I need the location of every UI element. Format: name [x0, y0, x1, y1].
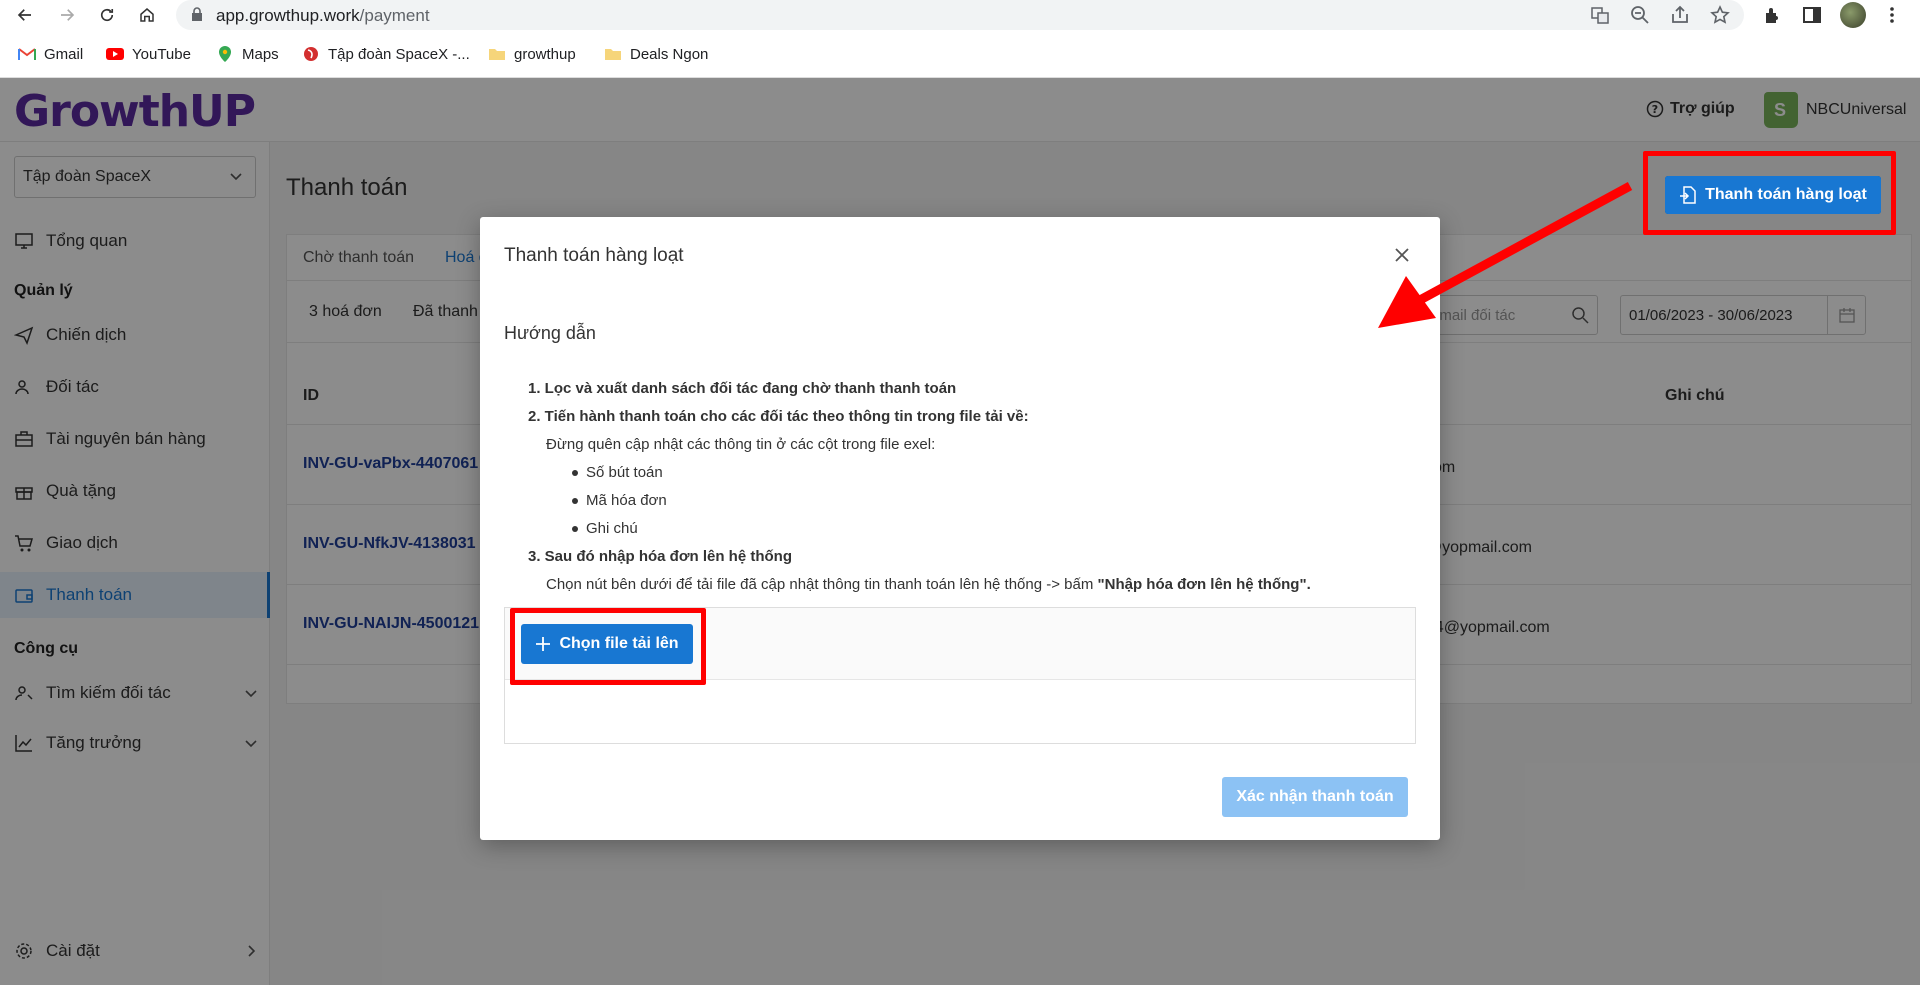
url-text: app.growthup.work/payment	[216, 6, 430, 25]
back-icon[interactable]	[12, 2, 38, 28]
bookmark-youtube[interactable]: YouTube	[106, 44, 191, 64]
folder-icon	[489, 49, 505, 60]
file-import-icon	[1680, 186, 1696, 204]
bookmark-label: Tập đoàn SpaceX -...	[328, 45, 470, 63]
bookmark-label: YouTube	[132, 45, 191, 63]
address-bar[interactable]: app.growthup.work/payment	[176, 0, 1744, 30]
menu-dots-icon[interactable]	[1882, 5, 1902, 25]
bookmark-label: Gmail	[44, 45, 84, 63]
bookmark-label: Maps	[242, 45, 279, 63]
translate-icon[interactable]	[1590, 5, 1610, 25]
bulk-payment-button-highlighted[interactable]: Thanh toán hàng loạt	[1665, 176, 1881, 214]
bullet-item: Mã hóa đơn	[528, 487, 1408, 515]
home-icon[interactable]	[134, 2, 160, 28]
share-icon[interactable]	[1670, 5, 1690, 25]
bookmarks-bar: Gmail YouTube Maps Tập đoàn SpaceX -... …	[0, 30, 1920, 78]
bookmark-deals[interactable]: Deals Ngon	[604, 44, 708, 64]
bookmark-label: Deals Ngon	[630, 45, 709, 63]
bookmark-label: growthup	[514, 45, 576, 63]
step-3: 3. Sau đó nhập hóa đơn lên hệ thống	[528, 548, 792, 565]
folder-icon	[605, 49, 621, 60]
modal-title: Thanh toán hàng loạt	[504, 245, 684, 266]
extensions-icon[interactable]	[1762, 5, 1782, 25]
side-panel-icon[interactable]	[1802, 5, 1822, 25]
bookmark-maps[interactable]: Maps	[216, 44, 279, 64]
bookmark-star-icon[interactable]	[1710, 5, 1730, 25]
step-2: 2. Tiến hành thanh toán cho các đối tác …	[528, 408, 1029, 425]
step-3-desc-bold: "Nhập hóa đơn lên hệ thống".	[1097, 576, 1311, 593]
bulk-payment-modal: Thanh toán hàng loạt Hướng dẫn 1. Lọc và…	[480, 217, 1440, 840]
step-3-desc: Chọn nút bên dưới để tải file đã cập nhậ…	[528, 571, 1408, 599]
confirm-payment-button[interactable]: Xác nhận thanh toán	[1222, 777, 1408, 817]
forward-icon[interactable]	[54, 2, 80, 28]
annotation-highlight-box	[510, 608, 706, 685]
bookmark-growthup[interactable]: growthup	[488, 44, 576, 64]
maps-pin-icon	[219, 46, 231, 62]
step-3-desc-text: Chọn nút bên dưới để tải file đã cập nhậ…	[546, 576, 1098, 593]
profile-avatar[interactable]	[1840, 2, 1866, 28]
step-2-desc: Đừng quên cập nhật các thông tin ở các c…	[546, 436, 936, 453]
bullet-item: Ghi chú	[528, 515, 1408, 543]
spacex-favicon-icon	[304, 47, 318, 61]
lock-icon	[192, 7, 202, 21]
reload-icon[interactable]	[94, 2, 120, 28]
bookmark-spacex[interactable]: Tập đoàn SpaceX -...	[302, 44, 470, 64]
bullet-item: Số bút toán	[528, 459, 1408, 487]
gmail-icon	[18, 48, 36, 60]
browser-toolbar: app.growthup.work/payment	[0, 0, 1920, 30]
instructions: 1. Lọc và xuất danh sách đối tác đang ch…	[528, 375, 1408, 599]
zoom-icon[interactable]	[1630, 5, 1650, 25]
step-1: 1. Lọc và xuất danh sách đối tác đang ch…	[528, 380, 957, 397]
bulk-payment-label: Thanh toán hàng loạt	[1705, 186, 1867, 203]
bookmark-gmail[interactable]: Gmail	[18, 44, 83, 64]
close-icon[interactable]	[1392, 245, 1412, 265]
modal-subtitle: Hướng dẫn	[504, 323, 596, 343]
youtube-icon	[106, 48, 124, 60]
